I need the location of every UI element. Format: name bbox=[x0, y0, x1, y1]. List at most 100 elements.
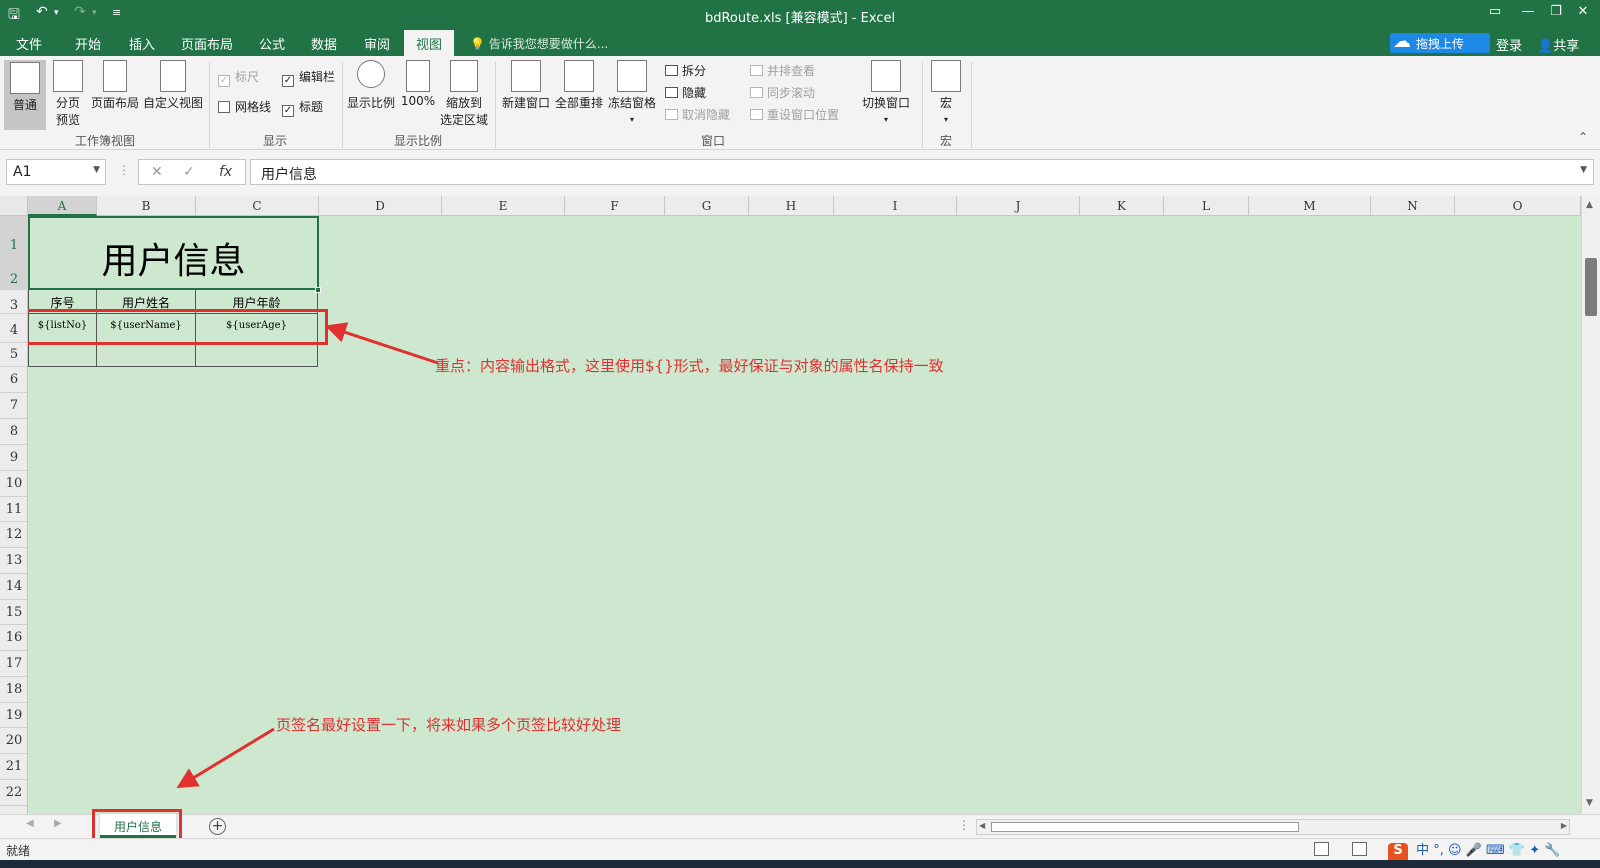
column-header-h[interactable]: H bbox=[749, 196, 834, 216]
chevron-down-icon[interactable]: ▼ bbox=[1580, 165, 1587, 175]
switch-windows-button[interactable]: 切换窗口 ▾ bbox=[860, 60, 912, 125]
column-header-j[interactable]: J bbox=[957, 196, 1080, 216]
zoom-button[interactable]: 显示比例 bbox=[345, 60, 397, 111]
unhide-button[interactable]: 取消隐藏 bbox=[665, 106, 730, 123]
row-header-19[interactable]: 19 bbox=[0, 703, 28, 728]
ime-toolbar[interactable]: S 中 °, ☺ 🎤 ⌨ 👕 ✦ 🔧 bbox=[1388, 839, 1560, 863]
share-button[interactable]: 👤共享 bbox=[1537, 35, 1579, 54]
minimize-button[interactable]: — bbox=[1513, 4, 1543, 19]
row-header-5[interactable]: 5 bbox=[0, 343, 28, 367]
horizontal-scrollbar[interactable]: ◀ ▶ bbox=[976, 819, 1570, 835]
row-header-20[interactable]: 20 bbox=[0, 728, 28, 754]
chevron-down-icon[interactable]: ▼ bbox=[93, 165, 100, 175]
row-header-16[interactable]: 16 bbox=[0, 625, 28, 651]
enter-icon[interactable]: ✓ bbox=[183, 164, 195, 180]
headings-checkbox[interactable]: ✓ 标题 bbox=[282, 98, 323, 117]
tab-formulas[interactable]: 公式 bbox=[259, 34, 285, 53]
tab-review[interactable]: 审阅 bbox=[364, 34, 390, 53]
tab-page-layout[interactable]: 页面布局 bbox=[181, 34, 233, 53]
normal-view-icon[interactable] bbox=[1314, 842, 1329, 856]
row-header-21[interactable]: 21 bbox=[0, 754, 28, 780]
tab-data[interactable]: 数据 bbox=[311, 34, 337, 53]
split-button[interactable]: 拆分 bbox=[665, 62, 706, 79]
zoom-to-selection-button[interactable]: 缩放到 选定区域 bbox=[438, 60, 490, 128]
horizontal-scroll-thumb[interactable] bbox=[991, 822, 1299, 832]
column-header-b[interactable]: B bbox=[97, 196, 196, 216]
close-button[interactable]: ✕ bbox=[1568, 4, 1598, 19]
page-break-preview-button[interactable]: 分页 预览 bbox=[50, 60, 86, 128]
row-header-15[interactable]: 15 bbox=[0, 600, 28, 625]
cancel-icon[interactable]: ✕ bbox=[151, 164, 163, 180]
prev-sheet-icon[interactable]: ◀ bbox=[26, 818, 34, 829]
column-header-l[interactable]: L bbox=[1164, 196, 1249, 216]
vertical-scrollbar[interactable]: ▲ ▼ bbox=[1581, 196, 1600, 814]
column-header-a[interactable]: A bbox=[28, 196, 97, 216]
insert-function-icon[interactable]: fx bbox=[219, 164, 232, 180]
row-header-18[interactable]: 18 bbox=[0, 677, 28, 703]
column-header-k[interactable]: K bbox=[1080, 196, 1164, 216]
page-layout-view-button[interactable]: 页面布局 bbox=[89, 60, 141, 111]
view-side-by-side-button[interactable]: 并排查看 bbox=[750, 62, 815, 79]
scroll-down-icon[interactable]: ▼ bbox=[1586, 798, 1593, 808]
arrange-all-button[interactable]: 全部重排 bbox=[553, 60, 605, 111]
row-header-9[interactable]: 9 bbox=[0, 445, 28, 471]
column-header-m[interactable]: M bbox=[1249, 196, 1371, 216]
row-header-1[interactable]: 1 bbox=[0, 216, 28, 258]
row-header-12[interactable]: 12 bbox=[0, 522, 28, 548]
row-header-13[interactable]: 13 bbox=[0, 548, 28, 574]
ruler-checkbox[interactable]: ✓ 标尺 bbox=[218, 68, 259, 87]
hide-button[interactable]: 隐藏 bbox=[665, 84, 706, 101]
column-header-c[interactable]: C bbox=[196, 196, 319, 216]
tell-me-search[interactable]: 💡 告诉我您想要做什么... bbox=[470, 35, 608, 52]
worksheet-grid[interactable]: A B C D E F G H I J K L M N O 1 2 3 4 5 … bbox=[0, 196, 1600, 814]
gridlines-checkbox[interactable]: 网格线 bbox=[218, 98, 271, 115]
column-header-f[interactable]: F bbox=[565, 196, 665, 216]
row-header-3[interactable]: 3 bbox=[0, 290, 28, 314]
next-sheet-icon[interactable]: ▶ bbox=[54, 818, 62, 829]
vertical-scroll-thumb[interactable] bbox=[1585, 258, 1597, 316]
formula-input[interactable]: 用户信息 ▼ bbox=[250, 159, 1594, 185]
tab-home[interactable]: 开始 bbox=[75, 34, 101, 53]
row-header-8[interactable]: 8 bbox=[0, 419, 28, 445]
column-header-n[interactable]: N bbox=[1371, 196, 1455, 216]
ribbon-options-icon[interactable]: ▭ bbox=[1480, 4, 1510, 19]
row-header-22[interactable]: 22 bbox=[0, 780, 28, 806]
column-header-g[interactable]: G bbox=[665, 196, 749, 216]
row-header-6[interactable]: 6 bbox=[0, 367, 28, 393]
cell-area[interactable]: 用户信息 序号 用户姓名 用户年龄 ${listNo} ${userName} … bbox=[28, 216, 1581, 814]
name-box[interactable]: A1 ▼ bbox=[6, 159, 106, 185]
tab-file[interactable]: 文件 bbox=[16, 34, 42, 53]
column-header-e[interactable]: E bbox=[442, 196, 565, 216]
collapse-ribbon-icon[interactable]: ⌃ bbox=[1578, 130, 1588, 144]
scroll-right-icon[interactable]: ▶ bbox=[1561, 821, 1567, 830]
add-sheet-button[interactable]: + bbox=[209, 818, 226, 835]
restore-button[interactable]: ❐ bbox=[1541, 4, 1571, 19]
row-header-11[interactable]: 11 bbox=[0, 497, 28, 522]
normal-view-button[interactable]: 普通 bbox=[4, 60, 46, 130]
row-header-4[interactable]: 4 bbox=[0, 314, 28, 343]
freeze-panes-button[interactable]: 冻结窗格 ▾ bbox=[606, 60, 658, 125]
column-header-d[interactable]: D bbox=[319, 196, 442, 216]
tab-split-grip-icon[interactable]: ⋮ bbox=[958, 818, 970, 832]
formula-bar-checkbox[interactable]: ✓ 编辑栏 bbox=[282, 68, 335, 87]
row-header-2[interactable]: 2 bbox=[0, 258, 28, 290]
scroll-left-icon[interactable]: ◀ bbox=[979, 821, 985, 830]
row-header-7[interactable]: 7 bbox=[0, 393, 28, 419]
macros-button[interactable]: 宏 ▾ bbox=[925, 60, 967, 125]
column-header-i[interactable]: I bbox=[834, 196, 957, 216]
new-window-button[interactable]: 新建窗口 bbox=[500, 60, 552, 111]
login-button[interactable]: 登录 bbox=[1496, 35, 1522, 54]
scroll-up-icon[interactable]: ▲ bbox=[1586, 200, 1593, 210]
row-header-17[interactable]: 17 bbox=[0, 651, 28, 677]
sync-scroll-button[interactable]: 同步滚动 bbox=[750, 84, 815, 101]
row-header-14[interactable]: 14 bbox=[0, 574, 28, 600]
select-all-corner[interactable] bbox=[0, 196, 28, 216]
tab-insert[interactable]: 插入 bbox=[129, 34, 155, 53]
reset-window-position-button[interactable]: 重设窗口位置 bbox=[750, 106, 839, 123]
zoom-100-button[interactable]: 100% bbox=[400, 60, 436, 108]
custom-views-button[interactable]: 自定义视图 bbox=[142, 60, 204, 111]
column-header-o[interactable]: O bbox=[1455, 196, 1581, 216]
tab-view[interactable]: 视图 bbox=[404, 30, 455, 56]
page-layout-view-icon[interactable] bbox=[1352, 842, 1367, 856]
row-header-10[interactable]: 10 bbox=[0, 471, 28, 497]
